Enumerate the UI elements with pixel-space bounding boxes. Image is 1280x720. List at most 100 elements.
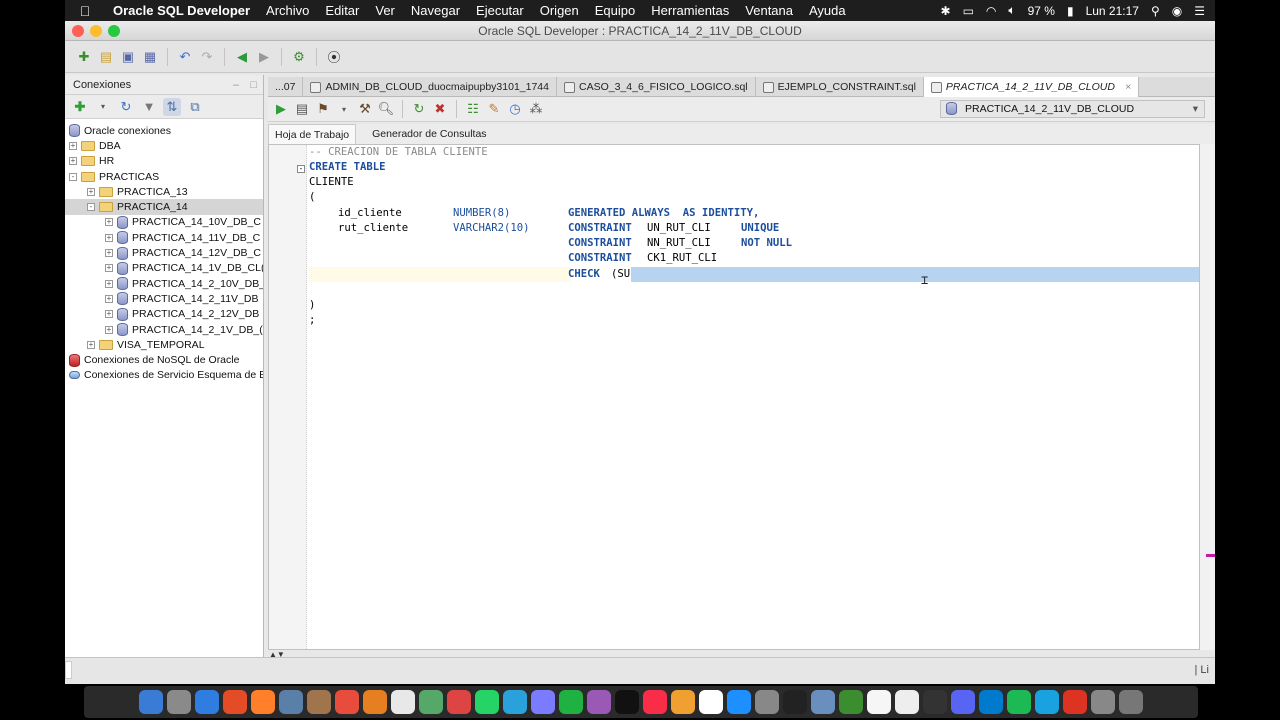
- dock-app-icon[interactable]: [895, 690, 919, 714]
- tree-node[interactable]: - PRACTICA_14: [65, 199, 263, 215]
- expand-icon[interactable]: +: [87, 187, 95, 196]
- code-area[interactable]: -- CREACION DE TABLA CLIENTE CREATE TABL…: [309, 145, 1199, 649]
- tree-node[interactable]: Conexiones de Servicio Esquema de E: [65, 368, 263, 383]
- clock[interactable]: Lun 21:17: [1086, 4, 1139, 18]
- dock-app-icon[interactable]: [559, 690, 583, 714]
- zoom-window-button[interactable]: [108, 25, 120, 37]
- forward-icon[interactable]: ▶: [255, 48, 273, 66]
- user-icon[interactable]: ◉: [1172, 4, 1182, 18]
- expand-icon[interactable]: +: [105, 310, 113, 319]
- dock-app-icon[interactable]: [447, 690, 471, 714]
- dock-app-icon[interactable]: [615, 690, 639, 714]
- app-menu[interactable]: Oracle SQL Developer: [105, 3, 258, 18]
- tree-node[interactable]: + PRACTICA_14_1V_DB_CL(: [65, 261, 263, 276]
- import-icon[interactable]: ⧉: [186, 98, 204, 116]
- unshared-sql-icon[interactable]: ⁂: [527, 100, 545, 118]
- dock-app-icon[interactable]: [307, 690, 331, 714]
- dock-app-icon[interactable]: [839, 690, 863, 714]
- menu-origen[interactable]: Origen: [532, 3, 587, 18]
- expand-icon[interactable]: +: [69, 141, 77, 150]
- dock-app-icon[interactable]: [1035, 690, 1059, 714]
- dock-app-icon[interactable]: [783, 690, 807, 714]
- dock-app-icon[interactable]: [755, 690, 779, 714]
- control-center-icon[interactable]: ☰: [1194, 4, 1205, 18]
- close-icon[interactable]: ×: [1125, 77, 1131, 97]
- tree-node[interactable]: + VISA_TEMPORAL: [65, 337, 263, 352]
- tree-node[interactable]: + PRACTICA_14_2_10V_DB_: [65, 276, 263, 291]
- tree-node[interactable]: + PRACTICA_13: [65, 184, 263, 199]
- sql-editor[interactable]: - -- CREACION DE TABLA CLIENTE CREATE TA…: [268, 144, 1200, 650]
- back-icon[interactable]: ◀: [233, 48, 251, 66]
- spotlight-icon[interactable]: ⚲: [1151, 4, 1160, 18]
- tree-node[interactable]: - PRACTICAS: [65, 169, 263, 184]
- dropdown-icon[interactable]: ▾: [94, 98, 112, 116]
- dock-app-icon[interactable]: [419, 690, 443, 714]
- editor-tab[interactable]: EJEMPLO_CONSTRAINT.sql: [756, 77, 924, 97]
- dock-app-icon[interactable]: [195, 690, 219, 714]
- history-icon[interactable]: ◷: [506, 100, 524, 118]
- dock-app-icon[interactable]: [1063, 690, 1087, 714]
- expand-icon[interactable]: +: [105, 264, 113, 273]
- menu-ayuda[interactable]: Ayuda: [801, 3, 854, 18]
- editor-tab[interactable]: ADMIN_DB_CLOUD_duocmaipupby3101_1744: [303, 77, 557, 97]
- wifi-icon[interactable]: ◠: [986, 4, 996, 18]
- menu-ventana[interactable]: Ventana: [737, 3, 801, 18]
- dock-app-icon[interactable]: [923, 690, 947, 714]
- dock-app-icon[interactable]: [503, 690, 527, 714]
- battery-icon[interactable]: ▮: [1067, 4, 1074, 18]
- undo-icon[interactable]: ↶: [176, 48, 194, 66]
- eraser-icon[interactable]: ✎: [485, 100, 503, 118]
- bluetooth-icon[interactable]: ✱: [941, 4, 951, 18]
- dock-app-icon[interactable]: [699, 690, 723, 714]
- refresh-icon[interactable]: ↻: [117, 98, 135, 116]
- menu-navegar[interactable]: Navegar: [403, 3, 468, 18]
- collapse-icon[interactable]: -: [69, 172, 77, 181]
- tree-node[interactable]: Conexiones de NoSQL de Oracle: [65, 352, 263, 367]
- dropdown-icon[interactable]: ▾: [335, 100, 353, 118]
- save-icon[interactable]: ▣: [119, 48, 137, 66]
- menu-editar[interactable]: Editar: [317, 3, 367, 18]
- dock-app-icon[interactable]: [531, 690, 555, 714]
- tree-node[interactable]: + PRACTICA_14_12V_DB_C: [65, 245, 263, 260]
- airplay-icon[interactable]: ▭: [963, 4, 974, 18]
- expand-icon[interactable]: +: [105, 279, 113, 288]
- save-all-icon[interactable]: ▦: [141, 48, 159, 66]
- tab-generador-de-consultas[interactable]: Generador de Consultas: [366, 124, 492, 144]
- expand-icon[interactable]: +: [105, 233, 113, 242]
- explain-plan-icon[interactable]: 🔍︎: [377, 100, 395, 118]
- editor-tab[interactable]: CASO_3_4_6_FISICO_LOGICO.sql: [557, 77, 756, 97]
- menu-equipo[interactable]: Equipo: [587, 3, 643, 18]
- tree-node[interactable]: + DBA: [65, 138, 263, 153]
- tree-node[interactable]: + PRACTICA_14_2_11V_DB: [65, 291, 263, 306]
- minimize-panel-icon[interactable]: –: [233, 75, 239, 95]
- expand-icon[interactable]: +: [87, 340, 95, 349]
- new-icon[interactable]: ✚: [75, 48, 93, 66]
- expand-icon[interactable]: +: [105, 249, 113, 258]
- rollback-icon[interactable]: ⚒: [356, 100, 374, 118]
- collapse-icon[interactable]: -: [87, 203, 95, 212]
- tree-node[interactable]: Oracle conexiones: [65, 123, 263, 138]
- dock-app-icon[interactable]: [223, 690, 247, 714]
- connection-select[interactable]: PRACTICA_14_2_11V_DB_CLOUD ▾: [940, 100, 1205, 118]
- autotrace-icon[interactable]: ↻: [410, 100, 428, 118]
- dock-app-icon[interactable]: [951, 690, 975, 714]
- tree-node[interactable]: + PRACTICA_14_11V_DB_C: [65, 230, 263, 245]
- dock-app-icon[interactable]: [1119, 690, 1143, 714]
- binoculars-icon[interactable]: ⦿: [325, 48, 343, 66]
- schema-browser-icon[interactable]: ⇅: [163, 97, 181, 116]
- maximize-panel-icon[interactable]: □: [250, 75, 257, 95]
- menu-ejecutar[interactable]: Ejecutar: [468, 3, 532, 18]
- expand-icon[interactable]: +: [105, 294, 113, 303]
- tree-node[interactable]: + PRACTICA_14_2_1V_DB_(: [65, 322, 263, 337]
- dock-app-icon[interactable]: [363, 690, 387, 714]
- dock-app-icon[interactable]: [867, 690, 891, 714]
- minimize-window-button[interactable]: [90, 25, 102, 37]
- tab-hoja-de-trabajo[interactable]: Hoja de Trabajo: [268, 124, 357, 144]
- tree-node[interactable]: + PRACTICA_14_10V_DB_C: [65, 215, 263, 230]
- dock-app-icon[interactable]: [279, 690, 303, 714]
- dock-app-icon[interactable]: [587, 690, 611, 714]
- dock-app-icon[interactable]: [1007, 690, 1031, 714]
- dock-app-icon[interactable]: [671, 690, 695, 714]
- editor-tab[interactable]: ...07: [268, 77, 304, 97]
- dock-app-icon[interactable]: [139, 690, 163, 714]
